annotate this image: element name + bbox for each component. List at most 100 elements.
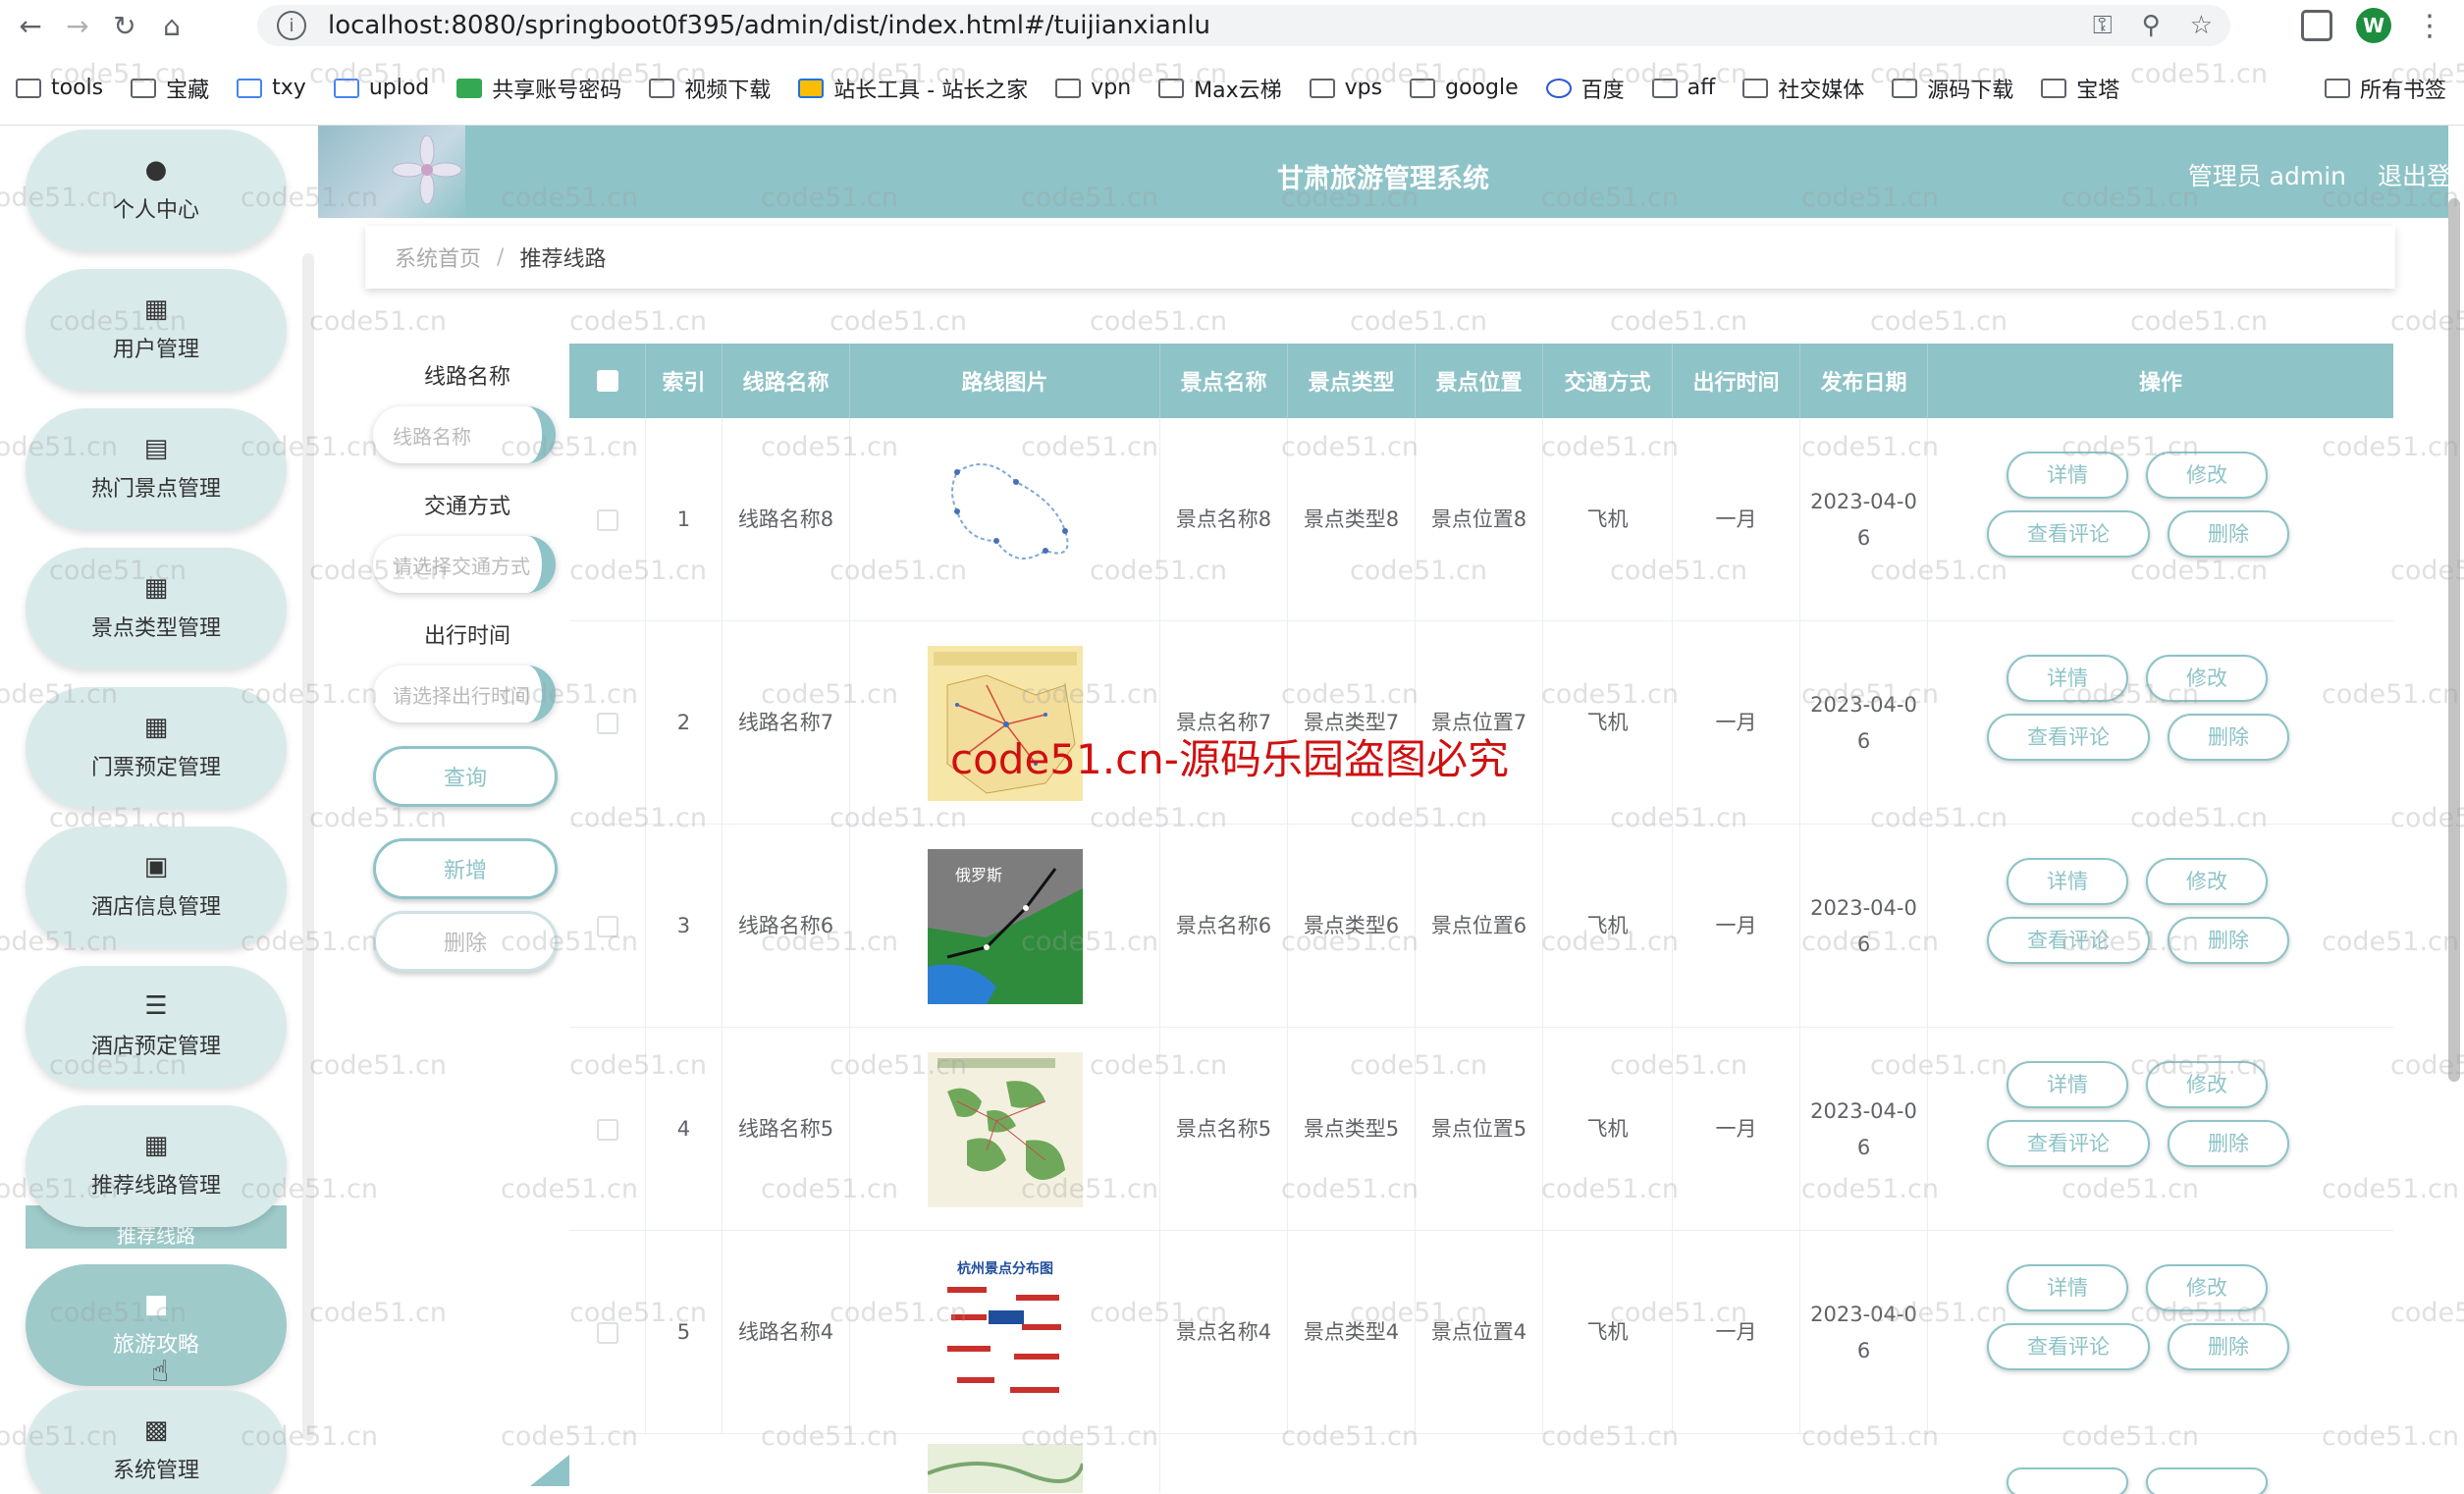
delete-button[interactable]: 删除 bbox=[2168, 510, 2289, 558]
bookmark-item[interactable]: vpn bbox=[1055, 76, 1131, 100]
forward-button[interactable]: → bbox=[61, 9, 94, 42]
edit-button[interactable]: 修改 bbox=[2146, 1264, 2268, 1311]
edit-button[interactable] bbox=[2146, 1467, 2268, 1494]
home-button[interactable]: ⌂ bbox=[155, 9, 188, 42]
route-map-image[interactable] bbox=[927, 645, 1083, 801]
row-checkbox[interactable] bbox=[596, 508, 618, 531]
column-header[interactable]: 出行时间 bbox=[1673, 344, 1800, 418]
logout-link[interactable]: 退出登录 bbox=[2378, 157, 2464, 192]
query-button[interactable]: 查询 bbox=[373, 746, 558, 807]
edit-button[interactable]: 修改 bbox=[2146, 858, 2268, 905]
sidebar-item-system[interactable]: ▩ 系统管理 bbox=[26, 1390, 287, 1494]
detail-button[interactable] bbox=[2007, 1467, 2128, 1494]
breadcrumb-home[interactable]: 系统首页 bbox=[395, 241, 481, 273]
bookmark-item[interactable]: aff bbox=[1651, 76, 1715, 100]
bookmark-item[interactable]: google bbox=[1410, 76, 1519, 100]
delete-button[interactable]: 删除 bbox=[2168, 714, 2289, 761]
main-scrollbar[interactable] bbox=[2448, 198, 2460, 1082]
detail-button[interactable]: 详情 bbox=[2007, 452, 2128, 499]
bookmark-item[interactable]: 百度 bbox=[1545, 73, 1625, 104]
bookmark-item[interactable]: 社交媒体 bbox=[1742, 73, 1864, 104]
column-header[interactable]: 景点类型 bbox=[1288, 344, 1416, 418]
sheet-icon bbox=[456, 78, 483, 98]
all-bookmarks[interactable]: 所有书签 bbox=[2324, 51, 2446, 126]
route-map-image[interactable] bbox=[927, 442, 1083, 598]
bookmark-item[interactable]: 宝塔 bbox=[2041, 73, 2119, 104]
view-comments-button[interactable]: 查看评论 bbox=[1987, 1120, 2150, 1167]
sidebar-item-hot-spots[interactable]: ▤ 热门景点管理 bbox=[26, 408, 287, 530]
route-map-image[interactable]: 俄罗斯 bbox=[927, 848, 1083, 1004]
column-header[interactable]: 发布日期 bbox=[1800, 344, 1928, 418]
row-checkbox[interactable] bbox=[596, 1118, 618, 1141]
site-info-icon[interactable]: i bbox=[277, 11, 306, 40]
bookmark-item[interactable]: 共享账号密码 bbox=[456, 73, 621, 104]
browser-menu-icon[interactable]: ⋮ bbox=[2415, 9, 2444, 43]
sidebar-item-hotel-booking[interactable]: ☰ 酒店预定管理 bbox=[26, 966, 287, 1088]
bookmark-item[interactable]: txy bbox=[237, 76, 306, 100]
row-checkbox[interactable] bbox=[596, 712, 618, 734]
column-header[interactable]: 景点名称 bbox=[1160, 344, 1288, 418]
travel-time-select[interactable]: 请选择出行时间 bbox=[373, 666, 556, 722]
zoom-icon[interactable]: ⚲ bbox=[2142, 11, 2161, 40]
select-all-checkbox[interactable] bbox=[596, 370, 618, 392]
view-comments-button[interactable]: 查看评论 bbox=[1987, 917, 2150, 964]
edit-button[interactable]: 修改 bbox=[2146, 1061, 2268, 1108]
profile-avatar[interactable]: W bbox=[2356, 8, 2391, 43]
address-bar[interactable]: i localhost:8080/springboot0f395/admin/d… bbox=[257, 5, 2230, 46]
edit-button[interactable]: 修改 bbox=[2146, 452, 2268, 499]
batch-delete-button[interactable]: 删除 bbox=[373, 911, 558, 972]
back-button[interactable]: ← bbox=[14, 9, 47, 42]
star-icon[interactable]: ☆ bbox=[2190, 11, 2213, 40]
sidebar-item-users[interactable]: ▦ 用户管理 bbox=[26, 269, 287, 391]
sidebar-item-tickets[interactable]: ▦ 门票预定管理 bbox=[26, 687, 287, 809]
route-map-image[interactable]: 杭州景点分布图 bbox=[927, 1254, 1083, 1411]
folder-icon bbox=[1742, 78, 1769, 98]
view-comments-button[interactable]: 查看评论 bbox=[1987, 1323, 2150, 1370]
detail-button[interactable]: 详情 bbox=[2007, 858, 2128, 905]
route-map-image[interactable] bbox=[927, 1051, 1083, 1207]
url-text[interactable]: localhost:8080/springboot0f395/admin/dis… bbox=[328, 11, 1210, 40]
sidebar-item-spot-types[interactable]: ▦ 景点类型管理 bbox=[26, 548, 287, 669]
sidebar: ● 个人中心 ▦ 用户管理 ▤ 热门景点管理 ▦ 景点类型管理 ▦ 门票预定管理… bbox=[0, 126, 318, 1494]
edit-button[interactable]: 修改 bbox=[2146, 655, 2268, 702]
sidebar-item-travel-guides[interactable]: ■ 旅游攻略 bbox=[26, 1264, 287, 1386]
bookmark-item[interactable]: 源码下载 bbox=[1892, 73, 2013, 104]
view-comments-button[interactable]: 查看评论 bbox=[1987, 510, 2150, 558]
bookmark-item[interactable]: 站长工具 - 站长之家 bbox=[798, 73, 1028, 104]
delete-button[interactable]: 删除 bbox=[2168, 1323, 2289, 1370]
spot-name-cell: 景点名称7 bbox=[1160, 621, 1288, 825]
detail-button[interactable]: 详情 bbox=[2007, 1061, 2128, 1108]
bookmark-item[interactable]: 视频下载 bbox=[649, 73, 771, 104]
column-header[interactable]: 景点位置 bbox=[1416, 344, 1543, 418]
transport-select[interactable]: 请选择交通方式 bbox=[373, 536, 556, 593]
column-header[interactable]: 交通方式 bbox=[1543, 344, 1673, 418]
delete-button[interactable]: 删除 bbox=[2168, 1120, 2289, 1167]
extensions-icon[interactable] bbox=[2301, 10, 2332, 41]
sidebar-item-personal-center[interactable]: ● 个人中心 bbox=[26, 130, 287, 251]
bookmark-item[interactable]: 宝藏 bbox=[131, 73, 209, 104]
view-comments-button[interactable]: 查看评论 bbox=[1987, 714, 2150, 761]
sidebar-scrollbar[interactable] bbox=[302, 253, 314, 1441]
column-header[interactable]: 路线图片 bbox=[850, 344, 1160, 418]
key-icon[interactable]: ⚿ bbox=[2093, 11, 2113, 41]
bookmark-item[interactable]: Max云梯 bbox=[1158, 73, 1282, 104]
row-checkbox[interactable] bbox=[596, 915, 618, 937]
sidebar-item-hotel-info[interactable]: ▣ 酒店信息管理 bbox=[26, 827, 287, 948]
route-map-image[interactable] bbox=[927, 1444, 1083, 1493]
column-header[interactable]: 线路名称 bbox=[723, 344, 850, 418]
route-name-input[interactable]: 线路名称 bbox=[373, 406, 556, 463]
publish-date-value: 2023-04-06 bbox=[1810, 1098, 1917, 1159]
sidebar-item-route-management[interactable]: ▦ 推荐线路管理 bbox=[26, 1105, 287, 1227]
row-checkbox[interactable] bbox=[596, 1321, 618, 1344]
add-button[interactable]: 新增 bbox=[373, 838, 558, 899]
delete-button[interactable]: 删除 bbox=[2168, 917, 2289, 964]
column-header[interactable]: 索引 bbox=[646, 344, 723, 418]
reload-button[interactable]: ↻ bbox=[108, 9, 141, 42]
folder-icon bbox=[1410, 78, 1436, 98]
detail-button[interactable]: 详情 bbox=[2007, 655, 2128, 702]
bookmark-item[interactable]: tools bbox=[16, 76, 103, 100]
detail-button[interactable]: 详情 bbox=[2007, 1264, 2128, 1311]
bookmark-item[interactable]: uplod bbox=[333, 76, 429, 100]
bookmark-item[interactable]: vps bbox=[1309, 76, 1382, 100]
travel-time-cell: 一月 bbox=[1673, 1231, 1800, 1434]
